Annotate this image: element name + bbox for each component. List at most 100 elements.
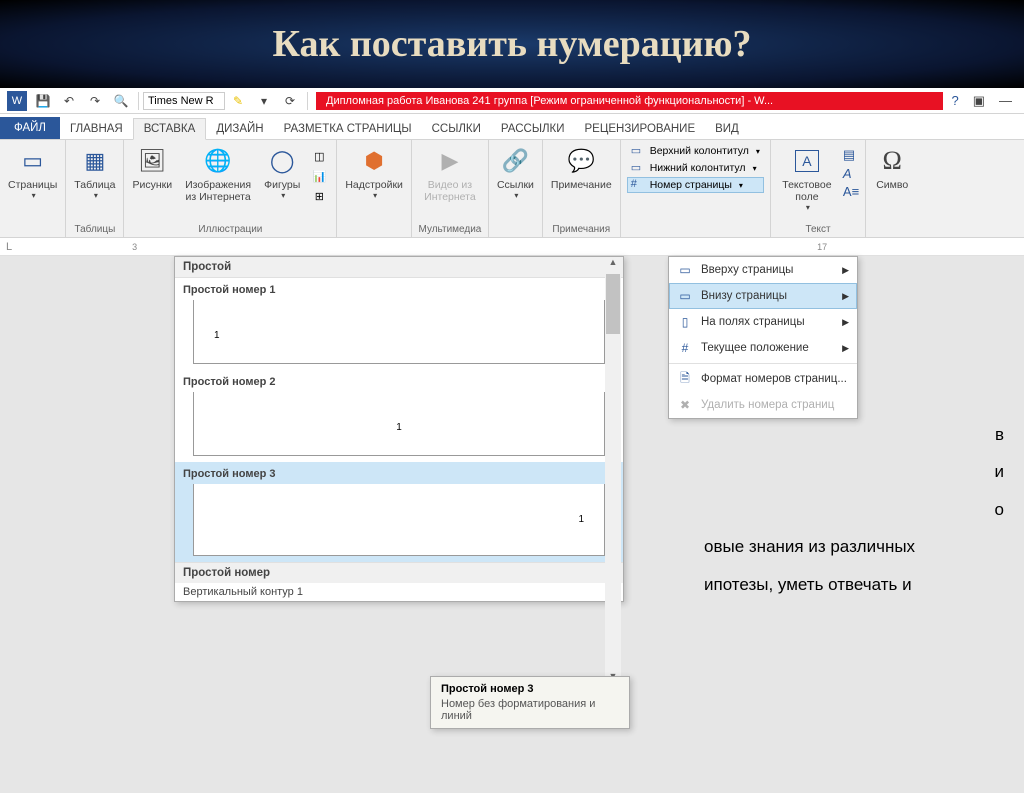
gallery-item-label: Простой номер 2 <box>183 376 615 388</box>
menu-format-page-numbers[interactable]: 🗎 Формат номеров страниц... <box>669 366 857 392</box>
doc-line: в <box>704 416 1004 453</box>
group-label: Текст <box>805 224 830 237</box>
dropdown-icon[interactable]: ▾ <box>254 91 274 111</box>
tab-review[interactable]: РЕЦЕНЗИРОВАНИЕ <box>575 119 706 139</box>
chevron-right-icon: ▶ <box>842 265 849 276</box>
textbox-button[interactable]: A Текстовое поле ▾ <box>777 143 837 214</box>
gallery-item-1[interactable]: Простой номер 1 1 <box>175 278 623 370</box>
footer-label: Нижний колонтитул <box>650 162 746 174</box>
group-text: A Текстовое поле ▾ ▤ A A≡ Текст <box>771 140 866 237</box>
links-label: Ссылки <box>497 179 534 191</box>
doc-line: овые знания из различных <box>704 528 1004 565</box>
group-label: Примечания <box>552 224 610 237</box>
screenshot-button[interactable]: ⊞ <box>308 187 330 205</box>
scroll-up-icon[interactable]: ▲ <box>605 257 621 273</box>
refresh-icon[interactable]: ⟳ <box>280 91 300 111</box>
tooltip-description: Номер без форматирования и линий <box>441 698 619 722</box>
video-label: Видео из Интернета <box>420 179 480 203</box>
comment-button[interactable]: 💬 Примечание <box>549 143 614 193</box>
group-label <box>31 224 34 237</box>
group-comments: 💬 Примечание Примечания <box>543 140 621 237</box>
tab-insert[interactable]: ВСТАВКА <box>133 118 207 140</box>
font-selector[interactable] <box>143 92 225 110</box>
redo-icon[interactable]: ↷ <box>85 91 105 111</box>
wordart-icon[interactable]: A <box>843 166 859 181</box>
tab-layout[interactable]: РАЗМЕТКА СТРАНИЦЫ <box>274 119 422 139</box>
link-icon: 🔗 <box>499 145 531 177</box>
links-button[interactable]: 🔗 Ссылки ▾ <box>495 143 536 202</box>
chevron-down-icon: ▾ <box>373 191 377 200</box>
menu-bottom-of-page[interactable]: ▭ Внизу страницы ▶ <box>669 283 857 309</box>
group-pages: ▭ Страницы ▾ <box>0 140 66 237</box>
tab-file[interactable]: ФАЙЛ <box>0 117 60 139</box>
menu-label: Вверху страницы <box>701 264 793 276</box>
menu-page-margins[interactable]: ▯ На полях страницы ▶ <box>669 309 857 335</box>
ribbon-options-icon[interactable]: ▣ <box>973 93 985 109</box>
gallery-item-3[interactable]: Простой номер 3 1 <box>175 462 623 562</box>
tooltip-title: Простой номер 3 <box>441 683 619 695</box>
chevron-down-icon: ▾ <box>94 191 98 200</box>
tab-references[interactable]: ССЫЛКИ <box>422 119 491 139</box>
addins-button[interactable]: ⬢ Надстройки ▾ <box>343 143 405 202</box>
remove-icon: ✖ <box>677 397 693 413</box>
page-top-icon: ▭ <box>677 262 693 278</box>
pictures-label: Рисунки <box>132 179 172 191</box>
chevron-right-icon: ▶ <box>842 343 849 354</box>
menu-label: Внизу страницы <box>701 290 787 302</box>
find-icon[interactable]: 🔍 <box>111 91 131 111</box>
header-button[interactable]: ▭ Верхний колонтитул ▾ <box>627 143 764 159</box>
page-number-button[interactable]: # Номер страницы ▾ <box>627 177 764 193</box>
online-pictures-button[interactable]: 🌐 Изображения из Интернета <box>180 143 256 205</box>
online-picture-icon: 🌐 <box>202 145 234 177</box>
scroll-thumb[interactable] <box>606 274 620 334</box>
pictures-button[interactable]: 🖼 Рисунки <box>130 143 174 205</box>
gallery-item-4[interactable]: Вертикальный контур 1 <box>175 583 623 601</box>
tab-mailings[interactable]: РАССЫЛКИ <box>491 119 575 139</box>
table-button[interactable]: ▦ Таблица ▾ <box>72 143 117 202</box>
help-icon[interactable]: ? <box>951 93 958 109</box>
menu-label: На полях страницы <box>701 316 805 328</box>
chart-button[interactable]: 📊 <box>308 167 330 185</box>
addins-label: Надстройки <box>345 179 403 191</box>
chevron-down-icon: ▾ <box>739 181 743 190</box>
gallery-item-label: Простой номер 1 <box>183 284 615 296</box>
page-num: 1 <box>214 330 220 341</box>
undo-icon[interactable]: ↶ <box>59 91 79 111</box>
chevron-down-icon: ▾ <box>281 191 285 200</box>
gallery-section-header: Простой номер <box>175 562 623 583</box>
gallery-scrollbar[interactable]: ▲ ▼ <box>605 257 621 687</box>
separator <box>138 92 139 110</box>
separator <box>307 92 308 110</box>
tab-view[interactable]: ВИД <box>705 119 749 139</box>
title-bar: Дипломная работа Иванова 241 группа [Реж… <box>316 92 943 110</box>
group-media: ▶ Видео из Интернета Мультимедиа <box>412 140 489 237</box>
pages-button[interactable]: ▭ Страницы ▾ <box>6 143 59 202</box>
menu-top-of-page[interactable]: ▭ Вверху страницы ▶ <box>669 257 857 283</box>
menu-current-position[interactable]: # Текущее положение ▶ <box>669 335 857 361</box>
footer-icon: ▭ <box>631 161 645 175</box>
doc-line: и <box>704 453 1004 490</box>
word-window: W 💾 ↶ ↷ 🔍 ✎ ▾ ⟳ Дипломная работа Иванова… <box>0 88 1024 767</box>
quickparts-icon[interactable]: ▤ <box>843 147 859 163</box>
group-label <box>694 224 697 237</box>
tab-design[interactable]: ДИЗАЙН <box>206 119 273 139</box>
group-label <box>373 224 376 237</box>
cursor-icon: # <box>677 340 693 356</box>
ruler-mark: 3 <box>132 242 137 252</box>
shapes-button[interactable]: ◯ Фигуры ▾ <box>262 143 302 205</box>
page-num: 1 <box>396 422 402 433</box>
symbol-label: Симво <box>876 179 908 191</box>
gallery-item-2[interactable]: Простой номер 2 1 <box>175 370 623 462</box>
dropcap-icon[interactable]: A≡ <box>843 184 859 199</box>
footer-button[interactable]: ▭ Нижний колонтитул ▾ <box>627 160 764 176</box>
shapes-icon: ◯ <box>266 145 298 177</box>
minimize-icon[interactable]: — <box>999 93 1012 109</box>
tab-home[interactable]: ГЛАВНАЯ <box>60 119 133 139</box>
highlight-icon[interactable]: ✎ <box>228 91 248 111</box>
doc-line: ипотезы, уметь отвечать и <box>704 566 1004 603</box>
symbol-button[interactable]: Ω Симво <box>872 143 912 193</box>
scroll-track[interactable] <box>605 273 621 671</box>
page-num: 1 <box>578 514 584 525</box>
save-icon[interactable]: 💾 <box>33 91 53 111</box>
smartart-button[interactable]: ◫ <box>308 147 330 165</box>
